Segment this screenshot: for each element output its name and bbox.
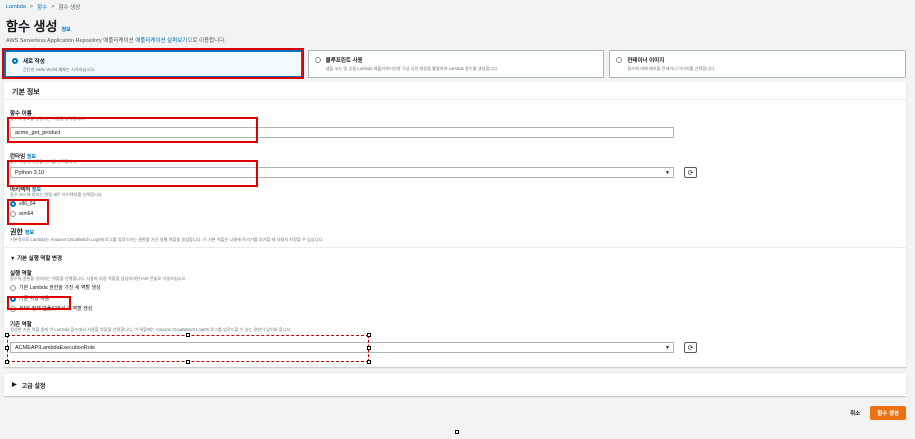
breadcrumb: Lambda > 함수 > 함수 생성 bbox=[6, 3, 80, 11]
role-toggle[interactable]: ▼ 기본 실행 역할 변경 bbox=[10, 254, 62, 262]
resize-handle[interactable] bbox=[367, 333, 371, 337]
radio-icon bbox=[10, 284, 16, 291]
resize-handle[interactable] bbox=[367, 360, 371, 364]
architecture-desc: 함수 코드에 원하는 명령 세트 아키텍처를 선택합니다. bbox=[10, 192, 103, 197]
divider bbox=[4, 247, 906, 248]
footer-actions: 취소 함수 생성 bbox=[850, 406, 906, 420]
page: Lambda > 함수 > 함수 생성 함수 생성 정보 AWS Serverl… bbox=[0, 0, 915, 439]
role-toggle-label: 기본 실행 역할 변경 bbox=[16, 256, 63, 262]
highlight-box bbox=[7, 160, 258, 187]
info-link[interactable]: 정보 bbox=[61, 26, 70, 33]
resize-handle[interactable] bbox=[186, 360, 190, 364]
breadcrumb-lambda[interactable]: Lambda bbox=[6, 4, 26, 10]
subtitle-text: AWS Serverless Application Repository 애플… bbox=[6, 38, 136, 44]
advanced-settings-toggle[interactable]: ▶ 고급 설정 bbox=[4, 374, 906, 396]
exec-role-desc: 함수의 권한을 정의하는 역할을 선택합니다. 사용자 지정 역할을 생성하려면… bbox=[10, 276, 187, 281]
option-use-blueprint[interactable]: 블루프린트 사용샘플 코드 및 공통 Lambda 애플리케이션용 구성 사전 … bbox=[307, 50, 605, 78]
title-row: 함수 생성 정보 bbox=[6, 16, 71, 35]
refresh-icon: ⟳ bbox=[687, 169, 694, 177]
permissions-info-link[interactable]: 정보 bbox=[25, 230, 34, 236]
refresh-icon: ⟳ bbox=[687, 344, 694, 352]
resize-handle[interactable] bbox=[5, 346, 9, 350]
permissions-label-text: 권한 bbox=[10, 229, 23, 236]
runtime-refresh-button[interactable]: ⟳ bbox=[684, 167, 697, 178]
highlight-box bbox=[7, 117, 258, 143]
radio-icon bbox=[616, 57, 623, 63]
role-option-new-label: 기본 Lambda 권한을 가진 새 역할 생성 bbox=[19, 285, 101, 291]
panel-header: 기본 정보 bbox=[4, 82, 906, 100]
option-title: 컨테이너 이미지 bbox=[627, 58, 665, 64]
page-title: 함수 생성 bbox=[6, 19, 58, 34]
highlight-box bbox=[7, 199, 49, 225]
chevron-down-icon: ▼ bbox=[665, 170, 670, 176]
advanced-settings-label: 고급 설정 bbox=[21, 384, 46, 390]
subtitle-suffix: 으로 이용합니다. bbox=[187, 38, 226, 44]
caret-down-icon: ▼ bbox=[10, 256, 16, 262]
create-function-button[interactable]: 함수 생성 bbox=[870, 406, 906, 420]
chevron-down-icon: ▼ bbox=[665, 345, 670, 351]
caret-right-icon: ▶ bbox=[12, 382, 17, 388]
role-refresh-button[interactable]: ⟳ bbox=[684, 342, 697, 353]
highlight-box bbox=[7, 296, 71, 310]
option-desc: 샘플 코드 및 공통 Lambda 애플리케이션용 구성 사전 설정을 활용하여… bbox=[325, 66, 499, 71]
page-subtitle: AWS Serverless Application Repository 애플… bbox=[6, 36, 226, 44]
permissions-label: 권한 정보 bbox=[10, 227, 34, 237]
selection-box bbox=[7, 335, 369, 362]
permissions-desc: 기본적으로 Lambda는 Amazon CloudWatch Logs에 로그… bbox=[10, 237, 324, 242]
option-title: 블루프린트 사용 bbox=[325, 58, 363, 64]
breadcrumb-separator: > bbox=[29, 4, 34, 10]
breadcrumb-current: 함수 생성 bbox=[58, 5, 81, 11]
highlight-box bbox=[2, 48, 304, 79]
breadcrumb-functions[interactable]: 함수 bbox=[37, 3, 47, 11]
resize-handle[interactable] bbox=[186, 333, 190, 337]
cancel-button[interactable]: 취소 bbox=[850, 409, 860, 417]
breadcrumb-separator: > bbox=[51, 4, 55, 10]
radio-icon bbox=[314, 57, 321, 63]
resize-handle[interactable] bbox=[5, 333, 9, 337]
option-container-image[interactable]: 컨테이너 이미지함수에 대해 배포할 컨테이너 이미지를 선택합니다. bbox=[609, 50, 907, 78]
existing-role-desc: 생성한 기존 역할 중에 이 Lambda 함수에서 사용할 역할을 선택합니다… bbox=[10, 327, 292, 332]
resize-handle[interactable] bbox=[5, 360, 9, 364]
role-option-new[interactable]: 기본 Lambda 권한을 가진 새 역할 생성 bbox=[10, 284, 101, 291]
resize-handle[interactable] bbox=[367, 346, 371, 350]
option-desc: 함수에 대해 배포할 컨테이너 이미지를 선택합니다. bbox=[627, 66, 716, 71]
subtitle-link[interactable]: 애플리케이션 살펴보기 bbox=[135, 38, 187, 44]
resize-handle[interactable] bbox=[455, 430, 459, 434]
